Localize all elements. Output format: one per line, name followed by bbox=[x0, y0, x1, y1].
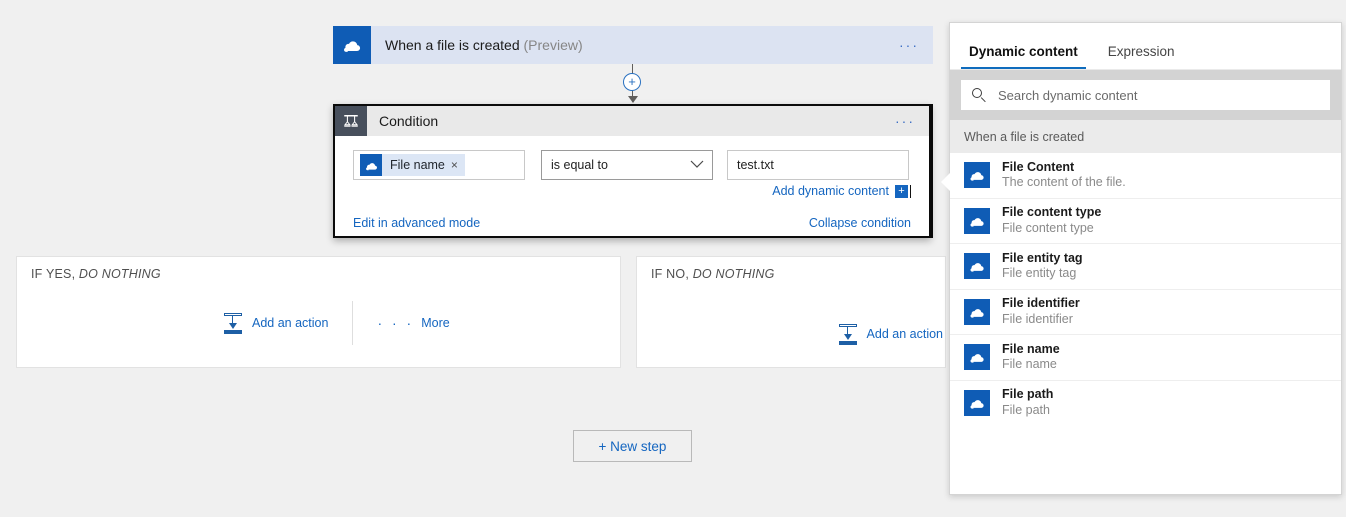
add-action-icon bbox=[222, 312, 244, 334]
list-item-text: File name File name bbox=[1002, 342, 1060, 373]
branch-if-no: IF NO, DO NOTHING Add an action bbox=[636, 256, 946, 368]
condition-value-input[interactable]: test.txt bbox=[727, 150, 909, 180]
more-label-yes: More bbox=[421, 316, 450, 330]
condition-card-edge bbox=[931, 104, 933, 238]
dynamic-content-search-band bbox=[950, 70, 1341, 120]
dynamic-content-search[interactable] bbox=[961, 80, 1330, 110]
tab-expression[interactable]: Expression bbox=[1100, 44, 1183, 69]
onedrive-cloud-icon bbox=[360, 154, 382, 176]
list-item-subtitle: File content type bbox=[1002, 220, 1094, 235]
list-item[interactable]: File Content The content of the file. bbox=[950, 153, 1341, 199]
search-icon bbox=[969, 85, 989, 105]
text-caret bbox=[910, 184, 911, 198]
dynamic-token-label: File name bbox=[390, 158, 445, 172]
list-item-subtitle: File identifier bbox=[1002, 311, 1073, 326]
condition-operator-select[interactable]: is equal to bbox=[541, 150, 713, 180]
condition-more-menu-icon[interactable]: ··· bbox=[895, 114, 915, 128]
list-item-text: File entity tag File entity tag bbox=[1002, 251, 1083, 282]
more-button-yes[interactable]: · · · More bbox=[377, 316, 449, 330]
condition-header: Condition ··· bbox=[335, 106, 929, 136]
condition-footer-links: Edit in advanced mode Collapse condition bbox=[353, 216, 911, 230]
trigger-title: When a file is created (Preview) bbox=[385, 37, 583, 53]
list-item-subtitle: File path bbox=[1002, 402, 1050, 417]
branch-if-yes-actions: Add an action · · · More bbox=[222, 301, 450, 345]
list-item-title: File identifier bbox=[1002, 296, 1080, 311]
branch-if-no-label-prefix: IF NO, bbox=[651, 267, 693, 281]
add-an-action-button-no[interactable]: Add an action bbox=[837, 323, 943, 345]
onedrive-cloud-icon bbox=[964, 389, 990, 416]
condition-operator-value: is equal to bbox=[551, 158, 608, 172]
branch-if-no-label-emphasis: DO NOTHING bbox=[692, 267, 775, 281]
onedrive-cloud-icon bbox=[964, 162, 990, 189]
add-an-action-button-yes[interactable]: Add an action bbox=[222, 312, 328, 334]
trigger-preview-tag: (Preview) bbox=[523, 37, 583, 53]
condition-card[interactable]: Condition ··· File name × is equal to te… bbox=[333, 104, 931, 238]
list-item-title: File content type bbox=[1002, 205, 1102, 220]
condition-title: Condition bbox=[379, 113, 439, 129]
list-item-text: File identifier File identifier bbox=[1002, 296, 1080, 327]
list-item-title: File Content bbox=[1002, 159, 1075, 174]
tab-dynamic-content[interactable]: Dynamic content bbox=[961, 44, 1086, 69]
new-step-button[interactable]: + New step bbox=[573, 430, 692, 462]
list-item[interactable]: File entity tag File entity tag bbox=[950, 244, 1341, 290]
chevron-down-icon bbox=[690, 158, 704, 172]
trigger-more-menu-icon[interactable]: ··· bbox=[899, 38, 919, 52]
list-item-title: File entity tag bbox=[1002, 250, 1083, 265]
list-item[interactable]: File path File path bbox=[950, 381, 1341, 426]
dynamic-content-tabs: Dynamic content Expression bbox=[950, 23, 1341, 70]
flow-designer-canvas: When a file is created (Preview) ··· + C… bbox=[0, 0, 1346, 517]
list-item-subtitle: The content of the file. bbox=[1002, 175, 1126, 190]
add-an-action-label-yes: Add an action bbox=[252, 316, 329, 330]
branch-if-no-actions: Add an action bbox=[837, 323, 943, 345]
search-input[interactable] bbox=[996, 86, 1325, 104]
add-an-action-label-no: Add an action bbox=[866, 327, 943, 341]
list-item-text: File Content The content of the file. bbox=[1002, 160, 1126, 191]
list-item[interactable]: File name File name bbox=[950, 335, 1341, 381]
list-item-subtitle: File entity tag bbox=[1002, 266, 1077, 281]
list-item[interactable]: File content type File content type bbox=[950, 199, 1341, 244]
onedrive-cloud-icon bbox=[964, 207, 990, 234]
dynamic-token[interactable]: File name × bbox=[360, 154, 465, 176]
add-dynamic-content-label: Add dynamic content bbox=[772, 184, 889, 198]
connector-arrowhead-icon bbox=[628, 96, 638, 103]
condition-expression-row: File name × is equal to test.txt bbox=[353, 150, 911, 180]
condition-left-field[interactable]: File name × bbox=[353, 150, 525, 180]
add-action-icon bbox=[837, 323, 859, 345]
branch-if-yes-label-emphasis: DO NOTHING bbox=[78, 267, 161, 281]
connector-trigger-to-condition: + bbox=[623, 64, 641, 104]
list-item[interactable]: File identifier File identifier bbox=[950, 290, 1341, 335]
onedrive-cloud-icon bbox=[333, 26, 371, 64]
condition-body: File name × is equal to test.txt Add dyn… bbox=[335, 136, 929, 230]
insert-step-button[interactable]: + bbox=[623, 73, 641, 91]
branch-if-no-label: IF NO, DO NOTHING bbox=[651, 267, 775, 281]
collapse-condition-link[interactable]: Collapse condition bbox=[809, 216, 911, 230]
list-item-text: File path File path bbox=[1002, 387, 1053, 418]
action-separator bbox=[352, 301, 354, 345]
add-dynamic-content-button[interactable]: Add dynamic content + bbox=[772, 184, 911, 198]
edit-in-advanced-mode-link[interactable]: Edit in advanced mode bbox=[353, 216, 480, 230]
trigger-card[interactable]: When a file is created (Preview) ··· bbox=[333, 26, 933, 64]
onedrive-cloud-icon bbox=[964, 298, 990, 325]
branch-if-yes: IF YES, DO NOTHING Add an action · · · M… bbox=[16, 256, 621, 368]
condition-branch-icon bbox=[335, 106, 367, 136]
list-item-title: File name bbox=[1002, 341, 1060, 356]
remove-token-icon[interactable]: × bbox=[451, 158, 465, 172]
branch-if-yes-label-prefix: IF YES, bbox=[31, 267, 79, 281]
more-dots-icon: · · · bbox=[377, 315, 415, 331]
list-item-title: File path bbox=[1002, 387, 1054, 402]
add-dynamic-content-plus-icon: + bbox=[895, 184, 908, 198]
onedrive-cloud-icon bbox=[964, 253, 990, 280]
dynamic-content-panel: Dynamic content Expression When a file i… bbox=[941, 22, 1342, 495]
trigger-title-text: When a file is created bbox=[385, 37, 520, 53]
onedrive-cloud-icon bbox=[964, 344, 990, 371]
list-item-subtitle: File name bbox=[1002, 357, 1057, 372]
list-item-text: File content type File content type bbox=[1002, 205, 1101, 236]
dynamic-content-list: File Content The content of the file. Fi… bbox=[950, 153, 1341, 425]
dynamic-content-group-header: When a file is created bbox=[950, 120, 1341, 153]
branch-if-yes-label: IF YES, DO NOTHING bbox=[31, 267, 161, 281]
panel-callout-pointer bbox=[941, 173, 950, 191]
